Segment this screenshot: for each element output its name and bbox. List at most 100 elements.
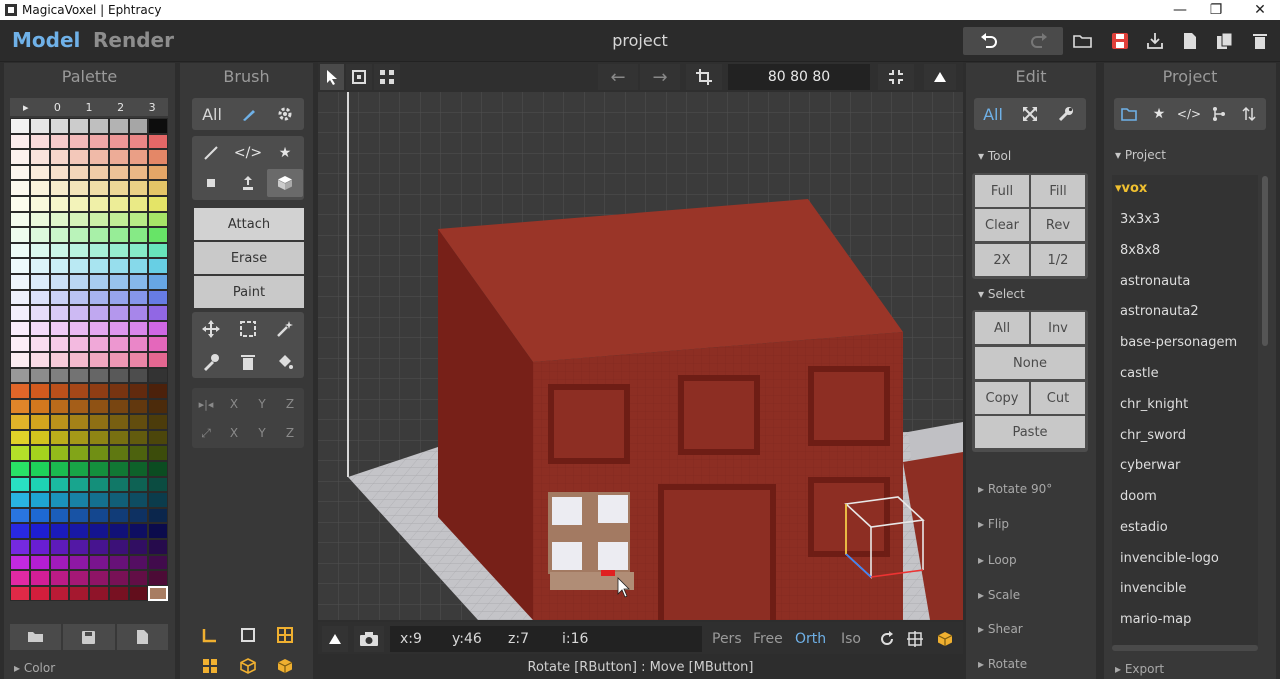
color-swatch[interactable] (69, 351, 89, 368)
color-swatch[interactable] (148, 367, 168, 384)
color-swatch[interactable] (29, 133, 50, 150)
color-swatch[interactable] (148, 585, 168, 602)
color-section-label[interactable]: ▸ Color (14, 661, 55, 675)
project-file-item[interactable]: invencible-logo (1120, 551, 1219, 566)
color-swatch[interactable] (49, 351, 70, 368)
project-file-item[interactable]: 8x8x8 (1120, 243, 1160, 258)
color-swatch[interactable] (128, 149, 149, 165)
color-swatch[interactable] (49, 414, 70, 430)
color-swatch[interactable] (128, 180, 149, 196)
color-swatch[interactable] (89, 492, 109, 508)
star-brush-icon[interactable]: ★ (267, 139, 303, 167)
brush-icon[interactable] (231, 100, 267, 128)
color-swatch[interactable] (89, 429, 109, 446)
color-swatch[interactable] (49, 320, 70, 337)
color-swatch[interactable] (29, 429, 50, 446)
color-swatch[interactable] (69, 118, 89, 134)
project-section-label[interactable]: ▾ Project (1115, 148, 1166, 162)
color-swatch[interactable] (148, 305, 168, 321)
color-swatch[interactable] (108, 507, 129, 524)
color-swatch[interactable] (108, 585, 129, 602)
color-swatch[interactable] (108, 118, 129, 134)
color-swatch[interactable] (10, 539, 30, 555)
color-swatch[interactable] (108, 289, 129, 306)
magic-wand-icon[interactable] (267, 315, 303, 343)
color-swatch[interactable] (89, 383, 109, 399)
color-swatch[interactable] (29, 227, 50, 243)
color-swatch[interactable] (29, 492, 50, 508)
color-swatch[interactable] (148, 258, 168, 274)
color-swatch[interactable] (29, 351, 50, 368)
color-swatch[interactable] (29, 570, 50, 586)
color-swatch[interactable] (108, 242, 129, 259)
color-swatch[interactable] (108, 367, 129, 384)
voxel-scene[interactable] (318, 92, 963, 620)
brush-filter-all[interactable]: All (195, 101, 229, 127)
paint-mode-button[interactable]: Paint (194, 276, 304, 308)
color-swatch[interactable] (29, 383, 50, 399)
color-swatch[interactable] (49, 195, 70, 212)
color-swatch[interactable] (69, 507, 89, 524)
project-file-item[interactable]: chr_knight (1120, 397, 1188, 412)
color-swatch[interactable] (10, 180, 30, 196)
project-file-item[interactable]: astronauta (1120, 274, 1190, 289)
color-swatch[interactable] (108, 133, 129, 150)
color-swatch[interactable] (148, 398, 168, 415)
color-swatch[interactable] (108, 414, 129, 430)
color-swatch[interactable] (89, 554, 109, 571)
color-swatch[interactable] (29, 445, 50, 462)
color-swatch[interactable] (49, 180, 70, 196)
export-icon[interactable] (1145, 27, 1165, 55)
color-swatch[interactable] (148, 445, 168, 462)
color-swatch[interactable] (49, 507, 70, 524)
toggle-up-icon[interactable] (322, 626, 348, 652)
color-swatch[interactable] (10, 242, 30, 259)
color-swatch[interactable] (10, 305, 30, 321)
rev-button[interactable]: Rev (1031, 209, 1085, 241)
color-swatch[interactable] (10, 164, 30, 181)
color-swatch[interactable] (49, 149, 70, 165)
rotate-section[interactable]: ▸ Rotate (978, 657, 1027, 671)
palette-save-icon[interactable] (63, 624, 115, 650)
color-swatch[interactable] (69, 570, 89, 586)
rotate90-section[interactable]: ▸ Rotate 90° (978, 482, 1052, 496)
collapse-up-icon[interactable] (924, 64, 956, 90)
color-swatch[interactable] (128, 367, 149, 384)
color-swatch[interactable] (148, 351, 168, 368)
color-swatch[interactable] (108, 149, 129, 165)
color-swatch[interactable] (29, 211, 50, 228)
color-swatch[interactable] (128, 305, 149, 321)
color-swatch[interactable] (128, 133, 149, 150)
color-swatch[interactable] (128, 164, 149, 181)
vox-folder[interactable]: ▾vox (1115, 181, 1147, 196)
color-swatch[interactable] (89, 211, 109, 228)
color-swatch[interactable] (89, 195, 109, 212)
color-swatch[interactable] (108, 336, 129, 352)
color-swatch[interactable] (69, 149, 89, 165)
loop-section[interactable]: ▸ Loop (978, 553, 1017, 567)
color-swatch[interactable] (148, 539, 168, 555)
paste-button[interactable]: Paste (975, 416, 1085, 448)
voxel-viewport[interactable] (318, 92, 963, 620)
color-swatch[interactable] (69, 211, 89, 228)
palette-tab-2[interactable]: 2 (105, 101, 137, 114)
model-mode-tab[interactable]: Model (12, 28, 80, 52)
color-swatch[interactable] (49, 523, 70, 540)
color-swatch[interactable] (108, 492, 129, 508)
color-swatch[interactable] (148, 320, 168, 337)
color-swatch[interactable] (29, 149, 50, 165)
close-icon[interactable]: ✕ (1240, 0, 1280, 20)
color-swatch[interactable] (128, 336, 149, 352)
color-swatch[interactable] (89, 336, 109, 352)
color-swatch[interactable] (69, 258, 89, 274)
color-swatch[interactable] (89, 180, 109, 196)
folder-icon[interactable] (1114, 100, 1144, 128)
color-swatch[interactable] (89, 507, 109, 524)
color-swatch[interactable] (10, 461, 30, 477)
color-swatch[interactable] (108, 180, 129, 196)
tool-section-label[interactable]: ▾ Tool (978, 149, 1011, 163)
color-swatch[interactable] (89, 585, 109, 602)
color-swatch[interactable] (10, 445, 30, 462)
color-swatch[interactable] (108, 164, 129, 181)
frame-icon[interactable] (230, 621, 266, 649)
